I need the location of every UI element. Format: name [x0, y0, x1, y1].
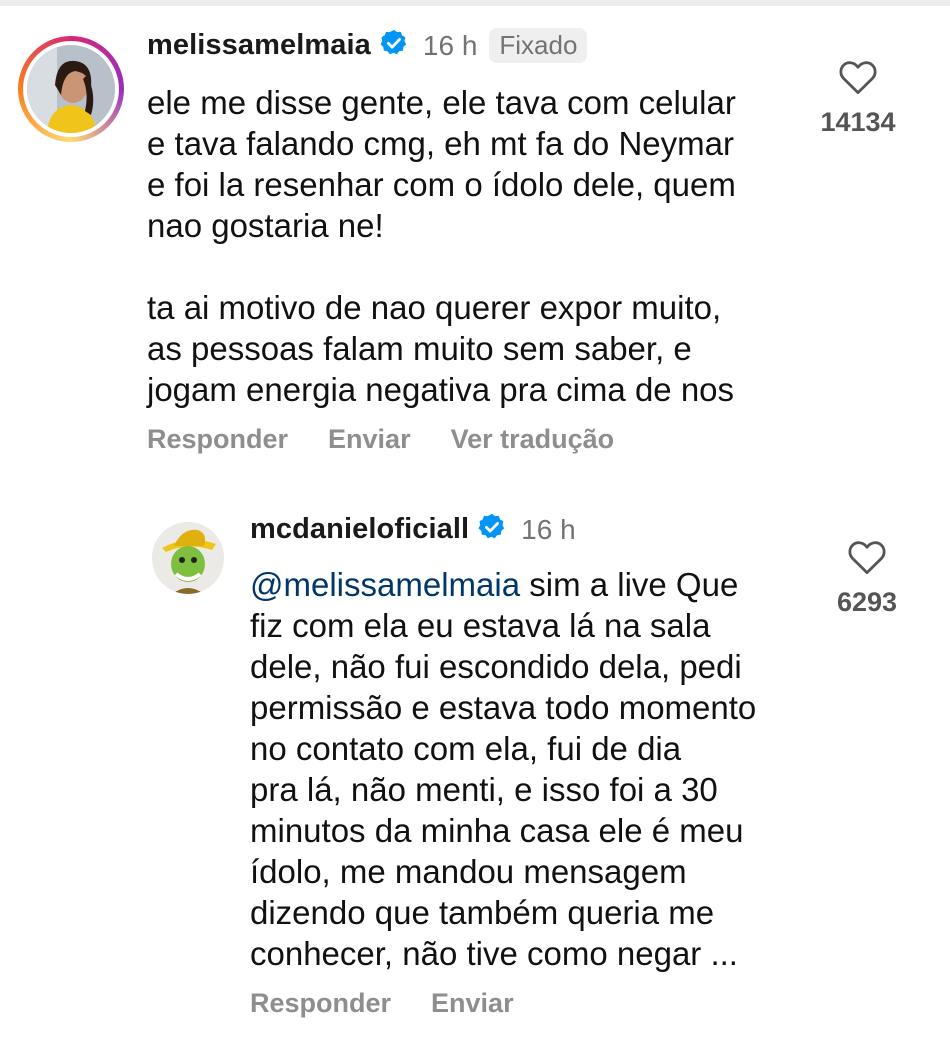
comment-text: @melissamelmaia sim a live Que fiz com e… — [250, 564, 810, 974]
heart-outline-icon[interactable] — [817, 536, 917, 581]
top-divider — [0, 0, 950, 6]
mention-link[interactable]: @melissamelmaia — [250, 566, 520, 603]
story-ring[interactable] — [18, 36, 124, 142]
like-count: 6293 — [836, 587, 898, 617]
heart-outline-icon[interactable] — [808, 56, 908, 101]
username[interactable]: mcdanieloficiall — [250, 513, 469, 546]
reply-button[interactable]: Responder — [147, 424, 288, 455]
reply-button[interactable]: Responder — [250, 988, 391, 1019]
verified-badge-icon — [379, 28, 409, 63]
send-button[interactable]: Enviar — [431, 988, 514, 1019]
username[interactable]: melissamelmaia — [147, 29, 371, 62]
send-button[interactable]: Enviar — [328, 424, 411, 455]
verified-badge-icon — [477, 512, 507, 547]
avatar[interactable] — [27, 45, 115, 133]
comment-body: sim a live Que fiz com ela eu estava lá … — [250, 566, 757, 972]
timestamp: 16 h — [422, 29, 478, 61]
pinned-badge: Fixado — [489, 28, 588, 63]
like-count: 14134 — [820, 107, 896, 137]
avatar[interactable] — [152, 522, 224, 594]
comment-text: ele me disse gente, ele tava com celular… — [147, 84, 736, 408]
translate-button[interactable]: Ver tradução — [451, 424, 615, 455]
timestamp: 16 h — [521, 513, 576, 545]
